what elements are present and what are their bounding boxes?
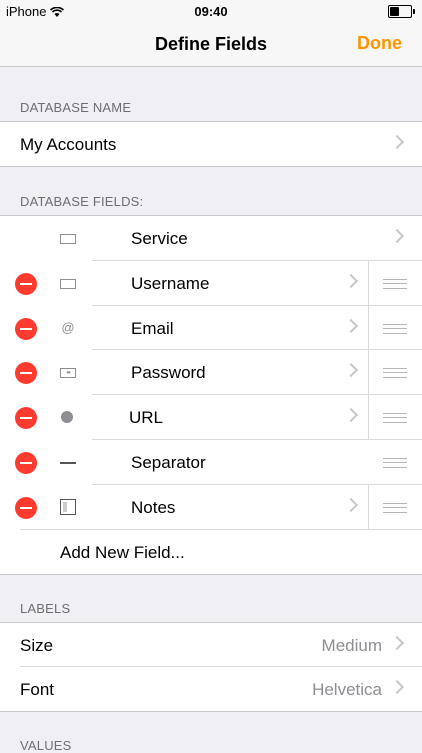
database-name-group: My Accounts (0, 121, 422, 167)
font-value: Helvetica (312, 680, 382, 699)
reorder-handle[interactable] (368, 395, 422, 440)
globe-icon (61, 411, 73, 424)
chevron-right-icon[interactable] (343, 273, 359, 288)
field-name: URL (129, 408, 164, 428)
chevron-right-icon[interactable] (343, 363, 359, 378)
field-row-service[interactable]: Service (0, 216, 422, 261)
field-row-url[interactable]: URL (0, 395, 422, 440)
reorder-handle[interactable] (368, 305, 422, 350)
field-row-password[interactable]: •• Password (0, 350, 422, 396)
reorder-handle[interactable] (368, 260, 422, 305)
text-field-icon (60, 234, 76, 244)
reorder-grip-icon (383, 368, 407, 379)
field-name: Email (131, 318, 174, 338)
delete-field-button[interactable] (15, 362, 37, 385)
chevron-right-icon[interactable] (389, 228, 405, 244)
reorder-handle[interactable] (368, 350, 422, 395)
chevron-right-icon[interactable] (343, 408, 359, 423)
database-name-header: DATABASE NAME (20, 100, 132, 115)
delete-field-button[interactable] (15, 451, 37, 474)
database-name-value: My Accounts (20, 135, 117, 154)
chevron-right-icon (389, 134, 405, 150)
delete-field-button[interactable] (15, 496, 37, 519)
database-name-cell[interactable]: My Accounts (0, 122, 422, 166)
delete-field-button[interactable] (15, 272, 37, 295)
done-button[interactable]: Done (357, 33, 402, 54)
reorder-grip-icon (383, 502, 407, 513)
password-field-icon: •• (60, 368, 76, 379)
status-time: 09:40 (194, 4, 228, 19)
font-label: Font (20, 680, 55, 699)
size-cell[interactable]: Size Medium (0, 623, 422, 667)
chevron-right-icon (389, 635, 405, 651)
notes-icon (60, 498, 76, 515)
field-name: Notes (131, 497, 176, 517)
field-row-email[interactable]: @ Email (0, 305, 422, 351)
delete-field-button[interactable] (15, 407, 37, 430)
reorder-grip-icon (383, 278, 407, 289)
battery-icon (388, 5, 415, 18)
add-new-field-button[interactable]: Add New Field... (0, 530, 422, 575)
field-name: Username (131, 273, 210, 293)
database-fields-group: Service Username @ Email •• Password URL (0, 215, 422, 576)
reorder-handle[interactable] (369, 440, 422, 484)
field-name: Service (131, 229, 188, 248)
at-icon: @ (61, 319, 75, 335)
chevron-right-icon (389, 679, 405, 695)
values-header: VALUES (20, 738, 72, 753)
database-fields-header: DATABASE FIELDS: (20, 194, 144, 209)
chevron-right-icon[interactable] (343, 497, 359, 512)
reorder-grip-icon (383, 457, 407, 468)
labels-header: LABELS (20, 601, 71, 616)
labels-group: Size Medium Font Helvetica (0, 622, 422, 712)
field-row-notes[interactable]: Notes (0, 484, 422, 530)
field-name: Password (131, 363, 206, 383)
chevron-right-icon[interactable] (343, 318, 359, 333)
status-bar: iPhone 09:40 (0, 0, 422, 22)
size-value: Medium (321, 636, 382, 655)
separator-line-icon (60, 461, 76, 464)
font-cell[interactable]: Font Helvetica (0, 667, 422, 711)
navigation-bar: Define Fields Done (0, 22, 422, 67)
add-new-field-label: Add New Field... (60, 542, 185, 562)
reorder-grip-icon (383, 323, 407, 334)
field-row-username[interactable]: Username (0, 260, 422, 306)
text-field-icon (60, 278, 76, 289)
field-name: Separator (131, 452, 206, 472)
reorder-grip-icon (383, 413, 407, 424)
field-row-separator[interactable]: Separator (0, 440, 422, 485)
size-label: Size (20, 636, 54, 655)
reorder-handle[interactable] (368, 484, 422, 529)
delete-field-button[interactable] (15, 317, 37, 340)
